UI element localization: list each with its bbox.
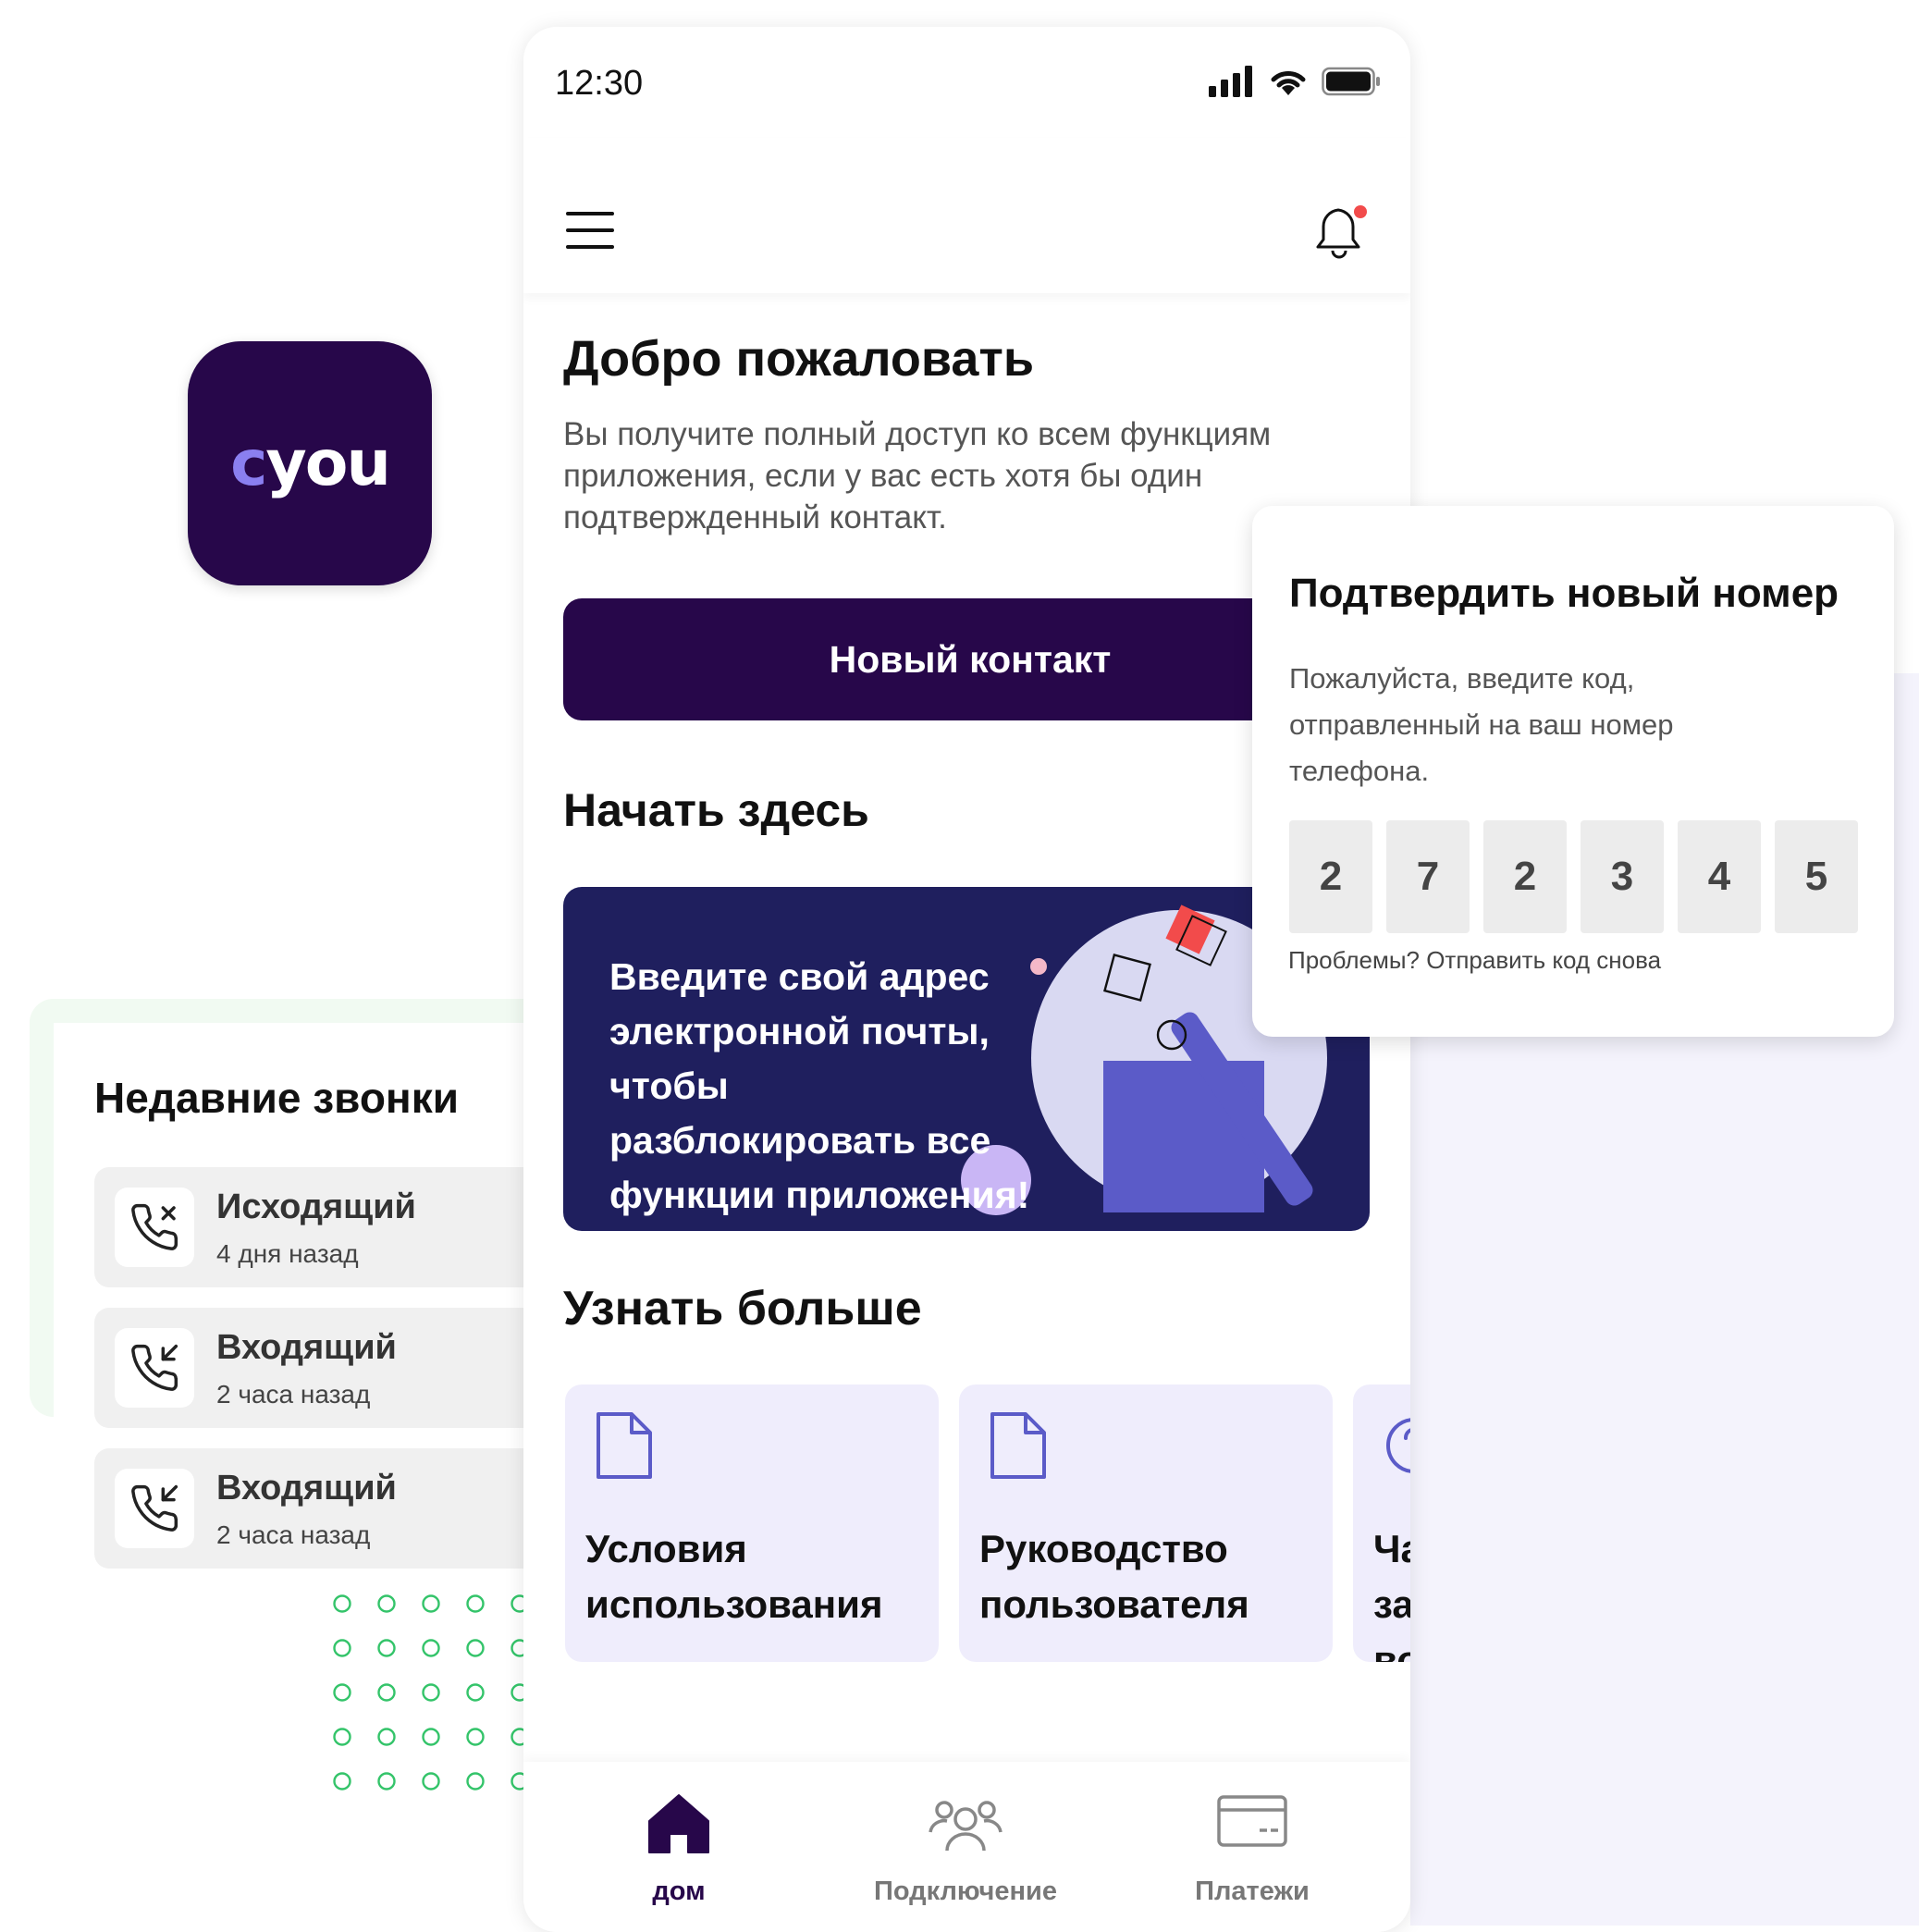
call-time: 2 часа назад <box>216 1520 371 1549</box>
card-label: Условия использования <box>585 1527 883 1626</box>
call-time: 2 часа назад <box>216 1380 371 1409</box>
logo-letter-c: c <box>230 426 267 500</box>
phone-incoming-icon <box>115 1328 194 1408</box>
home-icon <box>648 1794 709 1853</box>
learn-card-faq[interactable]: Часто задаваемые вопросы <box>1353 1384 1410 1662</box>
welcome-title: Добро пожаловать <box>563 331 1035 387</box>
call-type: Входящий <box>216 1328 397 1367</box>
app-logo: cyou <box>230 426 391 500</box>
card-icon <box>1217 1795 1287 1847</box>
code-digit-input[interactable]: 2 <box>1289 820 1372 933</box>
code-digit-input[interactable]: 2 <box>1483 820 1567 933</box>
code-digit-input[interactable]: 7 <box>1386 820 1470 933</box>
call-type: Исходящий <box>216 1188 416 1226</box>
banner-text: Введите свой адрес электронной почты, чт… <box>609 955 1030 1216</box>
learn-card-terms[interactable]: Условия использования <box>565 1384 939 1662</box>
code-digit-input[interactable]: 5 <box>1775 820 1858 933</box>
resend-code-link[interactable]: Проблемы? Отправить код снова <box>1288 946 1661 975</box>
nav-label: Платежи <box>1195 1877 1310 1906</box>
card-label: Часто задаваемые вопросы <box>1373 1527 1410 1662</box>
help-circle-icon <box>1386 1418 1410 1473</box>
start-here-title: Начать здесь <box>563 784 869 836</box>
email-banner[interactable]: Введите свой адрес электронной почты, чт… <box>563 887 1370 1231</box>
verify-title: Подтвердить новый номер <box>1289 571 1839 616</box>
signal-icon <box>1209 66 1252 97</box>
status-icons <box>1209 66 1381 97</box>
learn-more-title: Узнать больше <box>563 1282 922 1335</box>
code-digit-input[interactable]: 3 <box>1581 820 1664 933</box>
card-label: Руководство пользователя <box>979 1527 1249 1626</box>
battery-icon <box>1322 67 1380 96</box>
wifi-icon <box>1271 71 1306 95</box>
nav-label: дом <box>652 1877 706 1906</box>
users-icon <box>929 1801 1003 1852</box>
learn-card-user-guide[interactable]: Руководство пользователя <box>959 1384 1333 1662</box>
app-icon: cyou <box>188 341 432 585</box>
phone-incoming-icon <box>115 1469 194 1548</box>
bottom-navigation: дом Подключение Платежи <box>523 1762 1410 1932</box>
code-input-row: 2 7 2 3 4 5 <box>1289 820 1858 933</box>
call-type: Входящий <box>216 1469 397 1507</box>
code-digit-input[interactable]: 4 <box>1678 820 1761 933</box>
verify-number-card: Подтвердить новый номер Пожалуйста, введ… <box>1252 506 1894 1037</box>
nav-item-payments[interactable]: Платежи <box>1113 1762 1391 1932</box>
logo-letters: you <box>265 426 390 500</box>
phone-missed-icon <box>115 1188 194 1267</box>
status-time: 12:30 <box>555 64 644 103</box>
decorative-dot-grid <box>333 1594 529 1790</box>
menu-icon[interactable] <box>566 212 614 249</box>
document-icon <box>597 1412 652 1479</box>
nav-label: Подключение <box>874 1877 1057 1906</box>
verify-text: Пожалуйста, введите код, отправленный на… <box>1289 662 1674 787</box>
recent-calls-title: Недавние звонки <box>94 1074 460 1122</box>
call-time: 4 дня назад <box>216 1239 359 1268</box>
status-bar: 12:30 <box>523 27 1410 138</box>
app-bar <box>523 138 1410 293</box>
nav-item-home[interactable]: дом <box>540 1762 818 1932</box>
document-icon <box>990 1412 1046 1479</box>
nav-item-connections[interactable]: Подключение <box>827 1762 1104 1932</box>
notification-bell-icon[interactable] <box>1314 204 1368 262</box>
